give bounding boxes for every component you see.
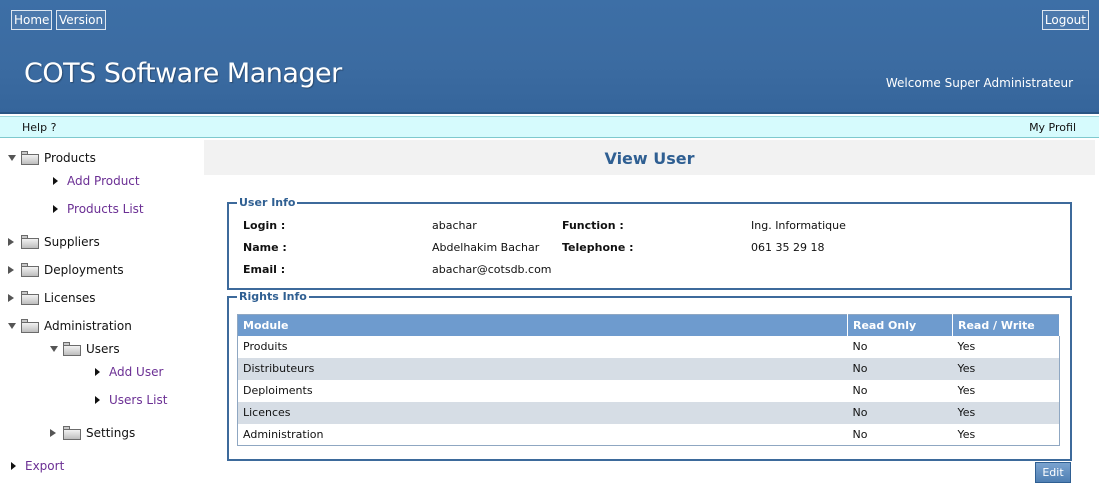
- column-header-module: Module: [237, 314, 848, 336]
- leaf-arrow-icon: [95, 368, 100, 376]
- folder-icon: [21, 151, 39, 165]
- tree-item-users[interactable]: Users: [50, 341, 120, 357]
- login-value: abachar: [432, 219, 477, 232]
- read-only-cell: No: [852, 427, 868, 441]
- user-info-legend: User Info: [237, 196, 298, 209]
- folder-icon: [63, 342, 81, 356]
- tree-item-add-user[interactable]: Add User: [95, 364, 163, 380]
- leaf-arrow-icon: [53, 177, 58, 185]
- folder-icon: [21, 291, 39, 305]
- app-header: Home Version Logout COTS Software Manage…: [0, 0, 1099, 114]
- tree-item-products[interactable]: Products: [8, 150, 96, 166]
- tree-item-products-list[interactable]: Products List: [53, 201, 144, 217]
- collapsed-arrow-icon[interactable]: [8, 238, 14, 246]
- tree-item-administration[interactable]: Administration: [8, 318, 132, 334]
- function-value: Ing. Informatique: [751, 219, 846, 232]
- column-header-read-write: Read / Write: [952, 314, 1060, 336]
- table-row: Licences No Yes: [237, 401, 1060, 424]
- table-header-row: Module Read Only Read / Write: [237, 314, 1060, 336]
- collapsed-arrow-icon[interactable]: [8, 266, 14, 274]
- expanded-arrow-icon[interactable]: [8, 323, 16, 329]
- collapsed-arrow-icon[interactable]: [50, 429, 56, 437]
- read-only-cell: No: [852, 384, 868, 397]
- add-product-link[interactable]: Add Product: [67, 174, 140, 188]
- leaf-arrow-icon: [53, 205, 58, 213]
- tree-item-label: Settings: [86, 426, 136, 440]
- read-write-cell: Yes: [957, 384, 976, 397]
- expanded-arrow-icon[interactable]: [50, 346, 58, 352]
- tree-item-label: Suppliers: [44, 235, 100, 249]
- email-value: abachar@cotsdb.com: [432, 263, 552, 276]
- folder-icon: [21, 319, 39, 333]
- rights-table: Module Read Only Read / Write Produits N…: [237, 314, 1060, 446]
- read-only-cell: No: [847, 401, 953, 424]
- folder-icon: [21, 235, 39, 249]
- products-list-link[interactable]: Products List: [67, 202, 144, 216]
- tree-item-label: Administration: [44, 319, 132, 333]
- read-write-cell: Yes: [957, 427, 976, 441]
- tree-item-suppliers[interactable]: Suppliers: [8, 234, 100, 250]
- read-write-cell: Yes: [952, 357, 1060, 380]
- email-label: Email :: [243, 263, 286, 276]
- name-label: Name :: [243, 241, 287, 254]
- collapsed-arrow-icon[interactable]: [8, 294, 14, 302]
- page-title-bar: View User: [204, 140, 1095, 175]
- function-label: Function :: [562, 219, 624, 232]
- module-cell: Deploiments: [243, 384, 313, 397]
- tree-item-users-list[interactable]: Users List: [95, 392, 167, 408]
- tree-item-deployments[interactable]: Deployments: [8, 262, 124, 278]
- table-row: Produits No Yes: [238, 336, 1060, 358]
- table-row: Administration No Yes: [238, 424, 1060, 446]
- module-cell: Administration: [243, 427, 324, 441]
- telephone-label: Telephone :: [562, 241, 634, 254]
- tree-item-add-product[interactable]: Add Product: [53, 173, 140, 189]
- read-write-cell: Yes: [957, 340, 976, 353]
- app-title: COTS Software Manager: [24, 58, 342, 89]
- module-cell: Produits: [243, 340, 288, 353]
- logout-button[interactable]: Logout: [1041, 10, 1089, 30]
- rights-info-legend: Rights Info: [237, 290, 309, 303]
- table-row: Deploiments No Yes: [238, 380, 1060, 402]
- tree-item-label: Deployments: [44, 263, 124, 277]
- help-link[interactable]: Help ?: [22, 121, 56, 134]
- version-button[interactable]: Version: [56, 10, 107, 30]
- edit-button[interactable]: Edit: [1035, 462, 1071, 483]
- read-only-cell: No: [847, 357, 953, 380]
- module-cell: Distributeurs: [237, 357, 848, 380]
- rights-info-panel: Rights Info Module Read Only Read / Writ…: [227, 290, 1072, 461]
- help-bar: Help ? My Profil: [0, 116, 1099, 138]
- read-only-cell: No: [852, 340, 868, 353]
- name-value: Abdelhakim Bachar: [432, 241, 540, 254]
- export-link[interactable]: Export: [25, 459, 64, 473]
- column-header-read-only: Read Only: [847, 314, 953, 336]
- telephone-value: 061 35 29 18: [751, 241, 825, 254]
- tree-item-label: Licenses: [44, 291, 96, 305]
- my-profile-link[interactable]: My Profil: [1029, 121, 1076, 134]
- welcome-text: Welcome Super Administrateur: [885, 76, 1073, 90]
- tree-item-label: Products: [44, 151, 96, 165]
- login-label: Login :: [243, 219, 286, 232]
- leaf-arrow-icon: [95, 396, 100, 404]
- users-list-link[interactable]: Users List: [109, 393, 167, 407]
- leaf-arrow-icon: [11, 462, 16, 470]
- table-row: Distributeurs No Yes: [237, 357, 1060, 380]
- tree-item-licenses[interactable]: Licenses: [8, 290, 96, 306]
- page-title: View User: [604, 149, 695, 168]
- expanded-arrow-icon[interactable]: [8, 155, 16, 161]
- tree-item-settings[interactable]: Settings: [50, 425, 135, 441]
- module-cell: Licences: [237, 401, 848, 424]
- add-user-link[interactable]: Add User: [109, 365, 163, 379]
- folder-icon: [21, 263, 39, 277]
- folder-icon: [63, 426, 81, 440]
- home-button[interactable]: Home: [11, 10, 53, 30]
- tree-item-export[interactable]: Export: [11, 458, 64, 474]
- tree-item-label: Users: [86, 342, 120, 356]
- read-write-cell: Yes: [952, 401, 1060, 424]
- user-info-panel: User Info Login : abachar Name : Abdelha…: [227, 196, 1072, 290]
